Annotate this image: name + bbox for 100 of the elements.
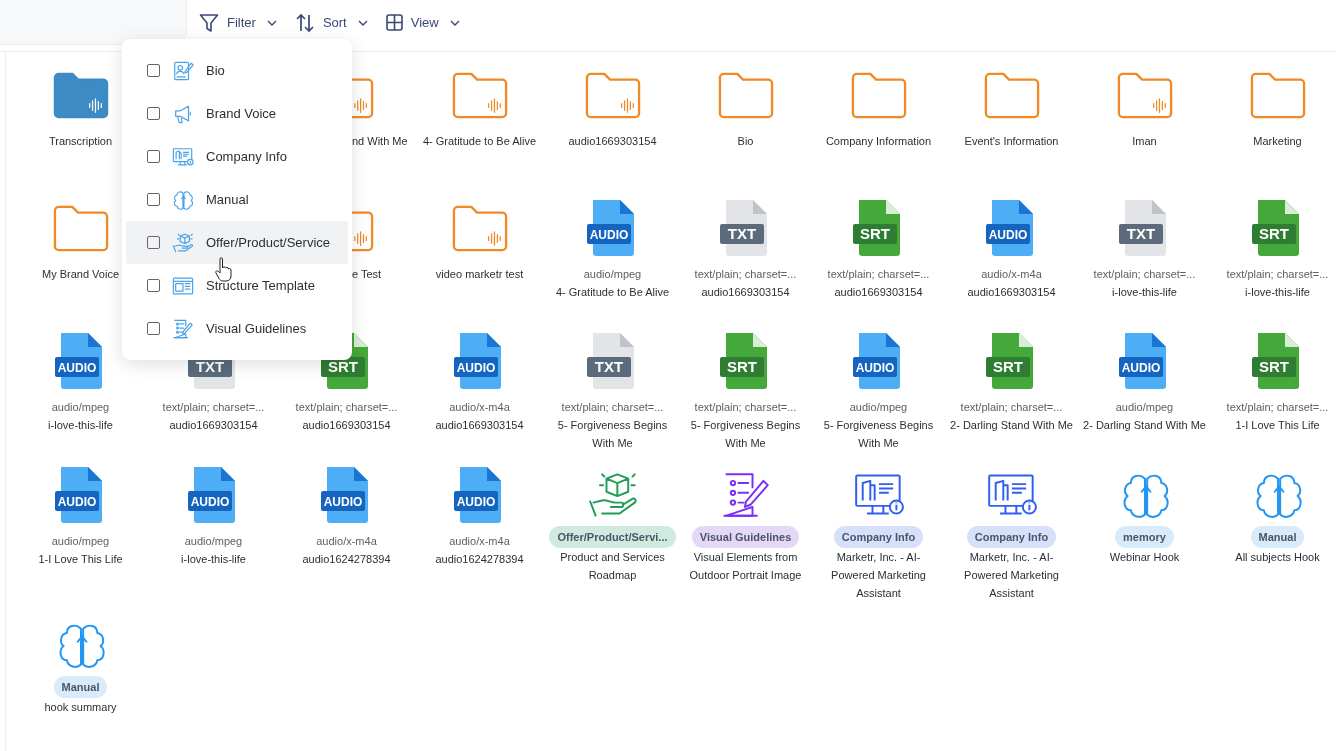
file-type: text/plain; charset=... <box>1226 267 1329 282</box>
checklist-pencil-icon <box>172 317 194 340</box>
checkbox[interactable] <box>147 236 160 249</box>
file-type: audio/x-m4a <box>449 400 510 415</box>
resource-name[interactable]: Webinar Hook <box>1109 548 1180 566</box>
category-tag: Company Info <box>833 526 924 548</box>
file-type: audio/x-m4a <box>316 534 377 549</box>
file-name[interactable]: audio1669303154 <box>967 283 1056 301</box>
file-name[interactable]: audio1624278394 <box>435 550 524 568</box>
file-name[interactable]: 4- Gratitude to Be Alive <box>555 283 670 301</box>
resource-name[interactable]: Marketr, Inc. - AI-Powered Marketing Assistant <box>949 548 1074 602</box>
hand-box-icon <box>172 231 194 254</box>
folder-name[interactable]: Iman <box>1132 132 1157 150</box>
resource-name[interactable]: hook summary <box>44 698 117 716</box>
file-type: text/plain; charset=... <box>295 400 398 415</box>
category-tag: Company Info <box>966 526 1057 548</box>
file-type: text/plain; charset=... <box>827 267 930 282</box>
chevron-down-icon <box>449 19 460 26</box>
file-name[interactable]: 1-I Love This Life <box>1235 416 1320 434</box>
filter-option[interactable]: Offer/Product/Service <box>126 221 348 264</box>
folder-name[interactable]: Event's Information <box>964 132 1059 150</box>
file-type: audio/mpeg <box>51 534 110 549</box>
folder-name[interactable]: Transcription <box>48 132 113 150</box>
filter-option[interactable]: Company Info <box>126 135 348 178</box>
file-name[interactable]: 1-I Love This Life <box>38 550 123 568</box>
folder-name[interactable]: Company Information <box>825 132 932 150</box>
filter-option[interactable]: Structure Template <box>126 264 348 307</box>
option-label: Structure Template <box>206 278 315 293</box>
file-name[interactable]: i-love-this-life <box>181 550 246 568</box>
hand-cursor-icon <box>215 257 232 283</box>
checkbox[interactable] <box>147 107 160 120</box>
file-type: audio/x-m4a <box>449 534 510 549</box>
monitor-building-icon <box>172 145 194 168</box>
resource-name[interactable]: Visual Elements from Outdoor Portrait Image <box>683 548 808 584</box>
file-name[interactable]: 2- Darling Stand With Me <box>950 416 1073 434</box>
file-name[interactable]: 5- Forgiveness Begins With Me <box>550 416 675 452</box>
folder-name[interactable]: video marketr test <box>435 265 524 283</box>
resource-name[interactable]: Marketr, Inc. - AI-Powered Marketing Assistant <box>816 548 941 602</box>
file-name[interactable]: 5- Forgiveness Begins With Me <box>816 416 941 452</box>
file-type: text/plain; charset=... <box>960 400 1063 415</box>
resource-name[interactable]: Product and Services Roadmap <box>550 548 675 584</box>
file-name[interactable]: audio1669303154 <box>302 416 391 434</box>
file-type: text/plain; charset=... <box>1226 400 1329 415</box>
category-tag: Visual Guidelines <box>691 526 800 548</box>
checkbox[interactable] <box>147 150 160 163</box>
filter-option[interactable]: Visual Guidelines <box>126 307 348 350</box>
toolbar-button[interactable]: View <box>383 10 462 35</box>
chevron-down-icon <box>266 19 277 26</box>
option-label: Company Info <box>206 149 287 164</box>
file-name[interactable]: i-love-this-life <box>1245 283 1310 301</box>
file-name[interactable]: audio1669303154 <box>701 283 790 301</box>
folder-name[interactable]: Bio <box>737 132 754 150</box>
folder-name[interactable]: nd With Me <box>352 132 408 150</box>
category-tag: Manual <box>1250 526 1305 548</box>
file-name[interactable]: audio1669303154 <box>169 416 258 434</box>
sort-icon <box>294 12 315 33</box>
file-name[interactable]: audio1669303154 <box>834 283 923 301</box>
file-type: audio/mpeg <box>583 267 642 282</box>
file-type: audio/mpeg <box>849 400 908 415</box>
checkbox[interactable] <box>147 322 160 335</box>
filter-option[interactable]: Bio <box>126 49 348 92</box>
toolbar-button[interactable]: Filter <box>197 10 279 35</box>
file-type: audio/mpeg <box>1115 400 1174 415</box>
file-type: text/plain; charset=... <box>561 400 664 415</box>
file-type: audio/mpeg <box>184 534 243 549</box>
option-label: Visual Guidelines <box>206 321 307 336</box>
file-type: text/plain; charset=... <box>1093 267 1196 282</box>
folder-name[interactable]: audio1669303154 <box>568 132 657 150</box>
resource-name[interactable]: All subjects Hook <box>1235 548 1320 566</box>
file-type: text/plain; charset=... <box>694 400 797 415</box>
checkbox[interactable] <box>147 193 160 206</box>
toolbar-button[interactable]: Sort <box>292 10 370 35</box>
file-type: audio/x-m4a <box>981 267 1042 282</box>
category-tag: Manual <box>53 676 108 698</box>
file-type: text/plain; charset=... <box>162 400 265 415</box>
option-label: Manual <box>206 192 249 207</box>
option-label: Offer/Product/Service <box>206 235 331 250</box>
brain-icon <box>172 188 194 211</box>
chevron-down-icon <box>357 19 368 26</box>
grid-icon <box>385 14 403 31</box>
checkbox[interactable] <box>147 64 160 77</box>
file-name[interactable]: i-love-this-life <box>1112 283 1177 301</box>
filter-icon <box>199 12 219 33</box>
option-label: Brand Voice <box>206 106 277 121</box>
profile-card-icon <box>172 59 194 82</box>
filter-option[interactable]: Brand Voice <box>126 92 348 135</box>
file-type: audio/mpeg <box>51 400 110 415</box>
folder-name[interactable]: Marketing <box>1253 132 1302 150</box>
category-tag: Offer/Product/Servi... <box>549 526 676 548</box>
option-label: Bio <box>206 63 225 78</box>
filter-option[interactable]: Manual <box>126 178 348 221</box>
folder-name[interactable]: e Test <box>352 265 382 283</box>
file-name[interactable]: 5- Forgiveness Begins With Me <box>683 416 808 452</box>
folder-name[interactable]: My Brand Voice <box>41 265 119 283</box>
checkbox[interactable] <box>147 279 160 292</box>
file-name[interactable]: 2- Darling Stand With Me <box>1083 416 1206 434</box>
folder-name[interactable]: 4- Gratitude to Be Alive <box>422 132 537 150</box>
file-name[interactable]: audio1669303154 <box>435 416 524 434</box>
file-name[interactable]: i-love-this-life <box>48 416 113 434</box>
file-name[interactable]: audio1624278394 <box>302 550 391 568</box>
